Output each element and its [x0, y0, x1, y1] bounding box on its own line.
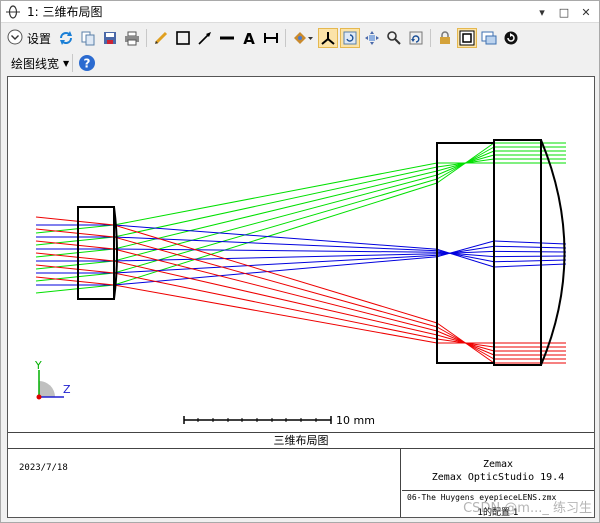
date-text: 2023/7/18: [19, 463, 68, 473]
plot-linewidth-dropdown[interactable]: 绘图线宽 ▼: [11, 55, 69, 72]
ray-field-3: [113, 224, 438, 324]
automatic-update-icon[interactable]: [501, 28, 521, 48]
product-name: Zemax OpticStudio 19.4: [431, 472, 565, 483]
settings-label: 设置: [27, 31, 52, 46]
reset-rotation-icon[interactable]: [340, 28, 361, 48]
layout-canvas[interactable]: Y Z 10 mm 三维布局图 2023/7/18 Zemax Zemax Op…: [7, 76, 595, 518]
toolbar-separator: [146, 29, 148, 47]
refresh-icon[interactable]: [56, 28, 76, 48]
ray-field-2: [113, 253, 438, 262]
ray-field-2: [493, 263, 567, 268]
dropdown-caret-icon: ▼: [63, 58, 70, 68]
ray-field-1: [35, 284, 115, 294]
svg-text:?: ?: [84, 57, 91, 71]
axis-icon[interactable]: [318, 28, 339, 48]
info-box-right: Zemax Zemax OpticStudio 19.4 06-The Huyg…: [402, 449, 594, 518]
lens-elements: [77, 139, 566, 366]
rectangle-icon[interactable]: [173, 28, 193, 48]
y-axis-label: Y: [34, 359, 42, 372]
scale-bar-label: 10 mm: [336, 414, 375, 427]
ray-field-1: [35, 224, 115, 234]
settings-button[interactable]: 设置: [7, 29, 51, 48]
pan-icon[interactable]: [362, 28, 382, 48]
rotate-view-icon[interactable]: [290, 28, 316, 48]
ray-field-2: [493, 240, 567, 245]
pencil-icon[interactable]: [151, 28, 171, 48]
z-axis-label: Z: [63, 383, 71, 396]
copy-icon[interactable]: [78, 28, 98, 48]
chevron-down-icon: [7, 29, 23, 48]
ray-field-2: [493, 250, 567, 253]
ray-traces: [35, 142, 567, 364]
ray-field-3: [35, 228, 115, 238]
svg-text:A: A: [243, 30, 255, 46]
eye-lens-curved-surface: [540, 139, 566, 366]
file-info: 06-The Huygens eyepieceLENS.zmx 1的配置 1 C…: [402, 490, 594, 518]
fit-window-icon[interactable]: [457, 28, 478, 48]
ray-field-2: [113, 236, 438, 252]
ray-field-3: [113, 260, 438, 336]
text-icon[interactable]: A: [239, 28, 259, 48]
toolbar-separator: [72, 54, 74, 72]
eye-lens-element: [493, 139, 542, 366]
undo-zoom-icon[interactable]: [406, 28, 426, 48]
ray-field-3: [35, 240, 115, 250]
line-icon[interactable]: [217, 28, 237, 48]
close-button[interactable]: ✕: [575, 2, 597, 22]
linewidth-label: 绘图线宽: [11, 56, 60, 71]
scale-bar: [183, 416, 332, 424]
ray-field-1: [35, 236, 115, 246]
ray-field-3: [113, 272, 438, 340]
figure-title: 三维布局图: [8, 432, 594, 449]
help-icon[interactable]: ?: [77, 53, 97, 73]
ray-field-1: [35, 248, 115, 258]
toolbar-separator: [285, 29, 287, 47]
watermark: CSDN @m..._ 练习生: [463, 501, 592, 516]
ray-field-1: [35, 272, 115, 282]
window-title: 1: 三维布局图: [27, 5, 103, 19]
app-lens-icon: [5, 4, 21, 20]
ray-field-1: [35, 260, 115, 270]
ray-field-2: [493, 255, 567, 258]
arrow-icon[interactable]: [195, 28, 215, 48]
coordinate-triad: Y Z: [34, 359, 71, 400]
dimension-icon[interactable]: [261, 28, 281, 48]
optical-layout-plot[interactable]: Y Z: [8, 77, 594, 431]
ray-field-3: [35, 276, 115, 286]
company-name: Zemax: [482, 459, 514, 470]
print-icon[interactable]: [122, 28, 142, 48]
save-icon[interactable]: [100, 28, 120, 48]
layout-window: 1: 三维布局图 ▾ □ ✕ 设置 A 绘图线宽 ▼ ? Y Z 10 mm 三…: [0, 0, 600, 523]
ray-field-3: [35, 216, 115, 226]
info-box-left: 2023/7/18: [8, 449, 401, 517]
float-window-icon[interactable]: [479, 28, 499, 48]
ray-field-3: [35, 252, 115, 262]
zoom-icon[interactable]: [384, 28, 404, 48]
toolbar-main: 设置 A: [1, 24, 599, 52]
title-bar: 1: 三维布局图 ▾ □ ✕: [1, 1, 599, 23]
ray-field-2: [113, 254, 438, 274]
ray-field-3: [35, 264, 115, 274]
ray-field-1: [113, 174, 438, 262]
window-menu-button[interactable]: ▾: [531, 2, 553, 22]
ray-field-2: [493, 245, 567, 249]
maximize-button[interactable]: □: [553, 2, 575, 22]
ray-field-1: [113, 182, 438, 286]
ray-field-1: [113, 162, 438, 226]
lock-icon[interactable]: [435, 28, 455, 48]
toolbar-secondary: 绘图线宽 ▼ ?: [1, 52, 599, 74]
toolbar-separator: [430, 29, 432, 47]
ray-field-2: [493, 259, 567, 263]
